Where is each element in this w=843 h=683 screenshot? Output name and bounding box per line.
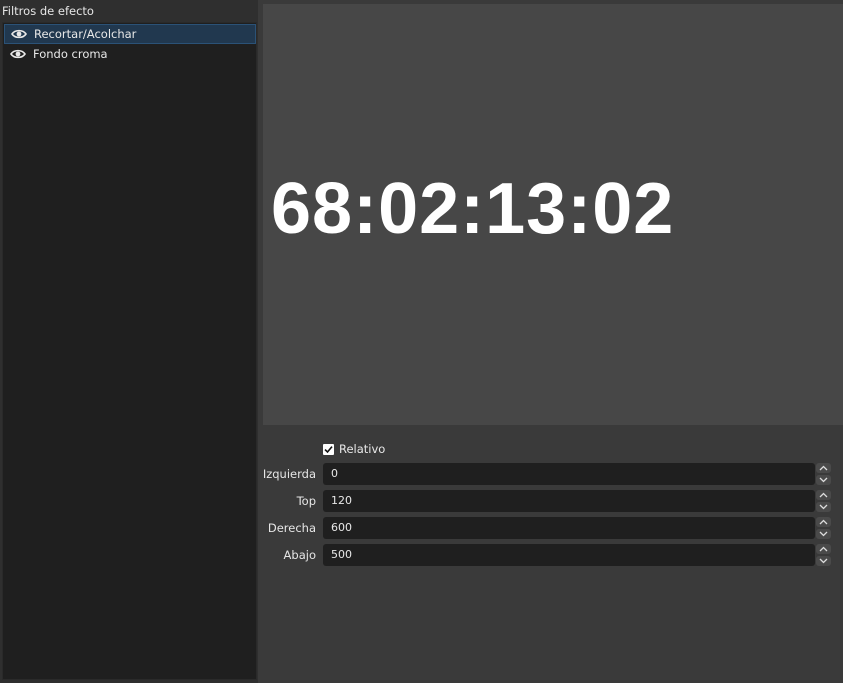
filter-item-crop-pad[interactable]: Recortar/Acolchar	[4, 24, 256, 44]
field-row-right: Derecha 600	[263, 517, 843, 539]
filters-panel: Filtros de efecto Recortar/Acolchar Fond…	[0, 0, 258, 683]
relative-checkbox[interactable]	[323, 443, 334, 455]
right-input[interactable]: 600	[323, 517, 815, 539]
decrement-button[interactable]	[816, 529, 831, 539]
filter-properties: Relativo Izquierda 0 Top 120 Derecha 600	[263, 430, 843, 683]
filter-item-chroma-key[interactable]: Fondo croma	[4, 44, 256, 64]
increment-button[interactable]	[816, 544, 831, 554]
increment-button[interactable]	[816, 463, 831, 473]
eye-icon[interactable]	[10, 28, 28, 40]
bottom-spinbox	[816, 544, 831, 566]
bottom-input[interactable]: 500	[323, 544, 815, 566]
right-spinbox	[816, 517, 831, 539]
left-spinbox	[816, 463, 831, 485]
decrement-button[interactable]	[816, 556, 831, 566]
filter-item-label: Fondo croma	[33, 47, 108, 61]
filter-list[interactable]: Recortar/Acolchar Fondo croma	[2, 22, 257, 680]
left-input[interactable]: 0	[323, 463, 815, 485]
filters-panel-title: Filtros de efecto	[2, 4, 94, 18]
relative-checkbox-row[interactable]: Relativo	[323, 441, 385, 457]
relative-checkbox-label: Relativo	[339, 442, 386, 456]
field-row-left: Izquierda 0	[263, 463, 843, 485]
field-label: Derecha	[267, 521, 316, 535]
increment-button[interactable]	[816, 517, 831, 527]
field-label: Abajo	[283, 548, 316, 562]
timecode-text: 68:02:13:02	[271, 169, 675, 249]
field-row-top: Top 120	[263, 490, 843, 512]
field-label: Top	[296, 494, 316, 508]
decrement-button[interactable]	[816, 502, 831, 512]
decrement-button[interactable]	[816, 475, 831, 485]
increment-button[interactable]	[816, 490, 831, 500]
field-row-bottom: Abajo 500	[263, 544, 843, 566]
top-input[interactable]: 120	[323, 490, 815, 512]
field-label: Izquierda	[262, 467, 316, 481]
eye-icon[interactable]	[9, 48, 27, 60]
filter-item-label: Recortar/Acolchar	[34, 27, 137, 41]
top-spinbox	[816, 490, 831, 512]
source-preview: 68:02:13:02	[263, 4, 843, 425]
